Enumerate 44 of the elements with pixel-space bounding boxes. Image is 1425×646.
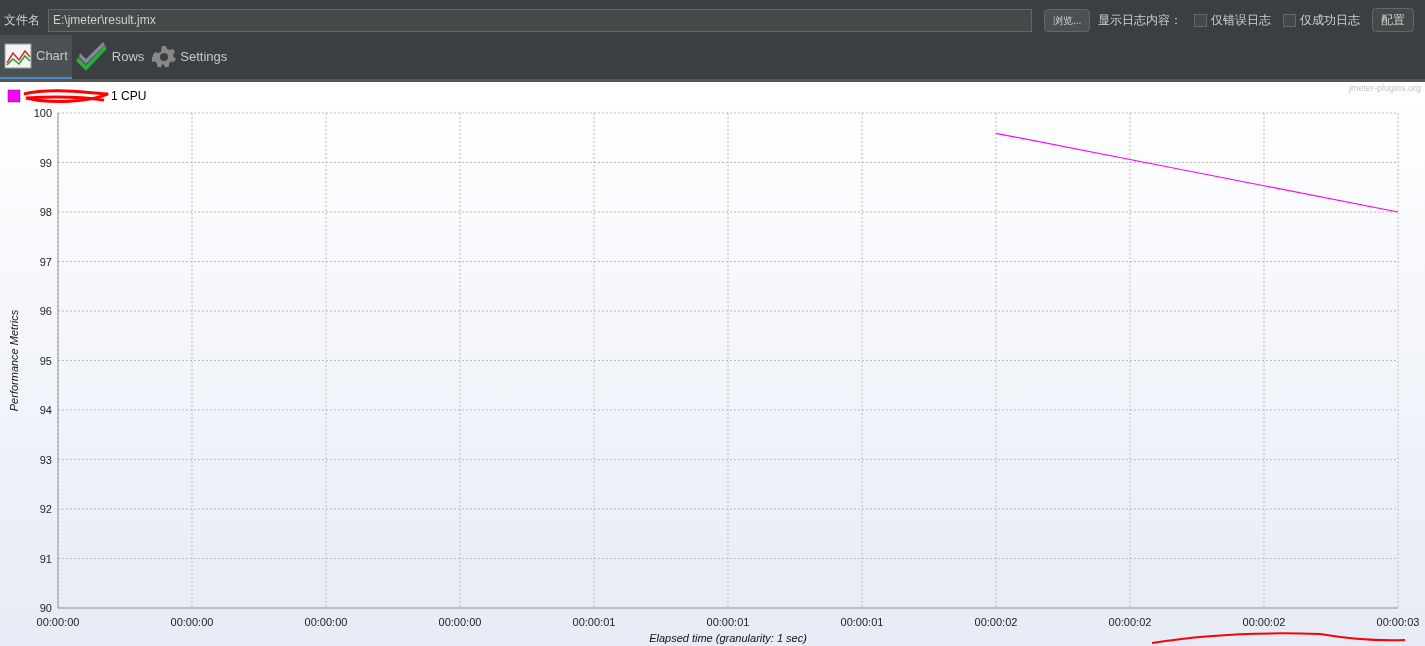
x-tick-label: 00:00:02	[1242, 616, 1286, 628]
y-tick-label: 94	[39, 404, 52, 416]
log-content-label: 显示日志内容：	[1098, 12, 1183, 29]
tab-label: Chart	[36, 47, 68, 66]
x-tick-label: 00:00:00	[170, 616, 214, 628]
legend-label: 1 CPU	[111, 89, 147, 103]
y-tick-label: 99	[39, 156, 52, 169]
checkbox[interactable]	[1194, 13, 1208, 27]
checkmark-icon	[75, 42, 108, 72]
gear-icon	[152, 45, 177, 69]
checkbox[interactable]	[1283, 13, 1297, 27]
x-tick-label: 00:00:01	[572, 616, 616, 628]
y-tick-label: 100	[33, 107, 52, 119]
file-path-field[interactable]: E:\jmeter\result.jmx	[48, 8, 1032, 32]
x-tick-label: 00:00:01	[840, 616, 884, 628]
x-tick-label: 00:00:00	[304, 616, 348, 628]
tab[interactable]: Rows	[71, 35, 149, 79]
y-tick-label: 90	[39, 602, 52, 614]
x-tick-label: 00:00:00	[438, 616, 482, 628]
line-chart-icon	[4, 43, 32, 69]
credit-text: jmeter-plugins.org	[1348, 83, 1421, 93]
x-tick-label: 00:00:02	[974, 616, 1018, 628]
checkbox-label: 仅成功日志	[1300, 12, 1361, 29]
y-axis-title: Performance Metrics	[8, 309, 20, 412]
y-tick-label: 93	[39, 453, 52, 466]
y-tick-label: 97	[39, 255, 52, 268]
checkbox-label: 仅错误日志	[1211, 12, 1272, 29]
config-button[interactable]: 配置	[1372, 8, 1415, 32]
tab-label: Settings	[180, 48, 228, 67]
x-tick-label: 00:00:01	[706, 616, 750, 628]
x-tick-label: 00:00:00	[36, 616, 80, 628]
y-tick-label: 95	[39, 354, 52, 367]
y-tick-label: 91	[39, 552, 52, 565]
field-label: 文件名	[4, 12, 40, 29]
tab-label: Rows	[111, 48, 145, 67]
y-tick-label: 92	[39, 503, 52, 515]
y-tick-label: 96	[39, 305, 52, 317]
x-tick-label: 00:00:03	[1376, 616, 1420, 628]
x-axis-title: Elapsed time (granularity: 1 sec)	[649, 632, 807, 644]
y-tick-label: 98	[39, 206, 52, 218]
tab[interactable]: Chart	[0, 35, 72, 79]
browse-button[interactable]: 浏览...	[1044, 8, 1091, 32]
tab[interactable]: Settings	[148, 35, 232, 79]
x-tick-label: 00:00:02	[1108, 616, 1152, 628]
